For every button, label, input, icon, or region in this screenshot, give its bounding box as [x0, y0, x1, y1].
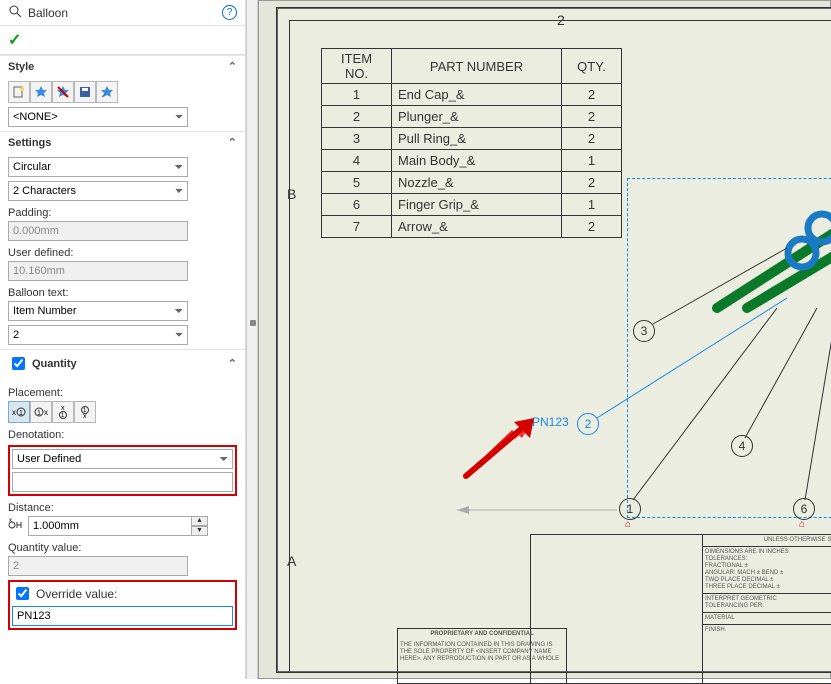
table-row: 7Arrow_&2: [322, 216, 622, 238]
titleblock-right: UNLESS OTHERWISE SPECIFIED DIMENSIONS AR…: [702, 534, 831, 684]
zone-letter-b: B: [287, 186, 296, 202]
panel-header: Balloon ?: [0, 0, 245, 26]
drawing-sheet: 2 B A ITEM NO.PART NUMBERQTY. 1End Cap_&…: [276, 7, 831, 673]
svg-text:1: 1: [19, 410, 23, 417]
spinner-up-icon[interactable]: ▲: [192, 516, 208, 526]
placement-label: Placement:: [8, 387, 237, 399]
balloon-1[interactable]: 1: [619, 498, 641, 520]
style-add-fav-icon[interactable]: [30, 81, 52, 103]
userdef-input: [8, 261, 188, 281]
placement-left-icon[interactable]: x1: [8, 401, 30, 423]
style-header[interactable]: Style⌃: [0, 55, 245, 77]
table-row: 5Nozzle_&2: [322, 172, 622, 194]
userdef-label: User defined:: [8, 247, 237, 259]
spinner-down-icon[interactable]: ▼: [192, 526, 208, 536]
bom-table: ITEM NO.PART NUMBERQTY. 1End Cap_&2 2Plu…: [321, 48, 622, 238]
settings-header[interactable]: Settings⌃: [0, 131, 245, 153]
titleblock-proprietary: PROPRIETARY AND CONFIDENTIAL THE INFORMA…: [397, 628, 567, 684]
style-del-fav-icon[interactable]: [52, 81, 74, 103]
center-mark-icon: ⌂: [625, 519, 631, 530]
assembly-view: [707, 198, 831, 318]
svg-text:x: x: [83, 413, 87, 419]
placement-top-icon[interactable]: x1: [52, 401, 74, 423]
qtyval-label: Quantity value:: [8, 542, 237, 554]
quantity-body: Placement: x1 1x x1 1x Denotation: User …: [0, 377, 245, 638]
balloon-3[interactable]: 3: [633, 320, 655, 342]
red-arrow-icon: [452, 418, 542, 488]
table-row: 3Pull Ring_&2: [322, 128, 622, 150]
table-row: 2Plunger_&2: [322, 106, 622, 128]
override-input[interactable]: [12, 606, 233, 626]
denotation-select[interactable]: User Defined: [12, 449, 233, 469]
qtyval-input: [8, 556, 188, 576]
zone-number-top: 2: [557, 12, 565, 28]
denotation-highlight: User Defined: [8, 445, 237, 496]
style-preset-select[interactable]: <NONE>: [8, 107, 188, 127]
quantity-header[interactable]: Quantity ⌃: [0, 349, 245, 377]
balloontext-select[interactable]: Item Number: [8, 301, 188, 321]
padding-input: [8, 221, 188, 241]
help-icon[interactable]: ?: [222, 5, 237, 20]
svg-text:x: x: [44, 408, 48, 417]
shape-select[interactable]: Circular: [8, 157, 188, 177]
balloontext-label: Balloon text:: [8, 287, 237, 299]
panel-gutter[interactable]: [246, 0, 258, 679]
denotation-label: Denotation:: [8, 429, 237, 441]
gutter-handle-icon[interactable]: [250, 320, 256, 326]
svg-text:x: x: [12, 408, 16, 417]
placement-bottom-icon[interactable]: 1x: [74, 401, 96, 423]
style-save-icon[interactable]: [74, 81, 96, 103]
settings-body: Circular 2 Characters Padding: User defi…: [0, 153, 245, 349]
distance-input[interactable]: ▲▼: [28, 516, 208, 536]
denotation-value-input[interactable]: [12, 472, 233, 492]
chevron-up-icon: ⌃: [228, 357, 237, 370]
table-row: 1End Cap_&2: [322, 84, 622, 106]
svg-text:x: x: [9, 518, 12, 524]
placement-right-icon[interactable]: 1x: [30, 401, 52, 423]
quantity-checkbox[interactable]: [12, 357, 25, 370]
override-checkbox[interactable]: [16, 587, 29, 600]
ok-icon[interactable]: ✓: [8, 32, 21, 49]
chevron-up-icon: ⌃: [228, 136, 237, 149]
balloon-icon: [8, 4, 22, 21]
style-load-icon[interactable]: [96, 81, 118, 103]
distance-label: Distance:: [8, 502, 237, 514]
style-new-icon[interactable]: [8, 81, 30, 103]
balloon-6[interactable]: 6: [793, 498, 815, 520]
balloon-2-selected[interactable]: 2: [577, 413, 599, 435]
center-mark-icon: ⌂: [799, 519, 805, 530]
zone-letter-a: A: [287, 553, 296, 569]
drawing-canvas[interactable]: 2 B A ITEM NO.PART NUMBERQTY. 1End Cap_&…: [258, 0, 831, 679]
balloon-4[interactable]: 4: [731, 435, 753, 457]
panel-title: Balloon: [28, 6, 222, 20]
svg-text:1: 1: [37, 410, 41, 417]
chars-select[interactable]: 2 Characters: [8, 181, 188, 201]
padding-label: Padding:: [8, 207, 237, 219]
property-panel: Balloon ? ✓ Style⌃ <NONE> Settings⌃ Circ…: [0, 0, 246, 679]
confirm-bar: ✓: [0, 26, 245, 55]
style-body: <NONE>: [0, 77, 245, 131]
override-highlight: Override value:: [8, 580, 237, 630]
layers-select[interactable]: 2: [8, 325, 188, 345]
chevron-up-icon: ⌃: [228, 60, 237, 73]
distance-gap-icon: x: [8, 517, 24, 536]
svg-text:x: x: [61, 405, 65, 412]
table-row: 6Finger Grip_&1: [322, 194, 622, 216]
table-row: 4Main Body_&1: [322, 150, 622, 172]
